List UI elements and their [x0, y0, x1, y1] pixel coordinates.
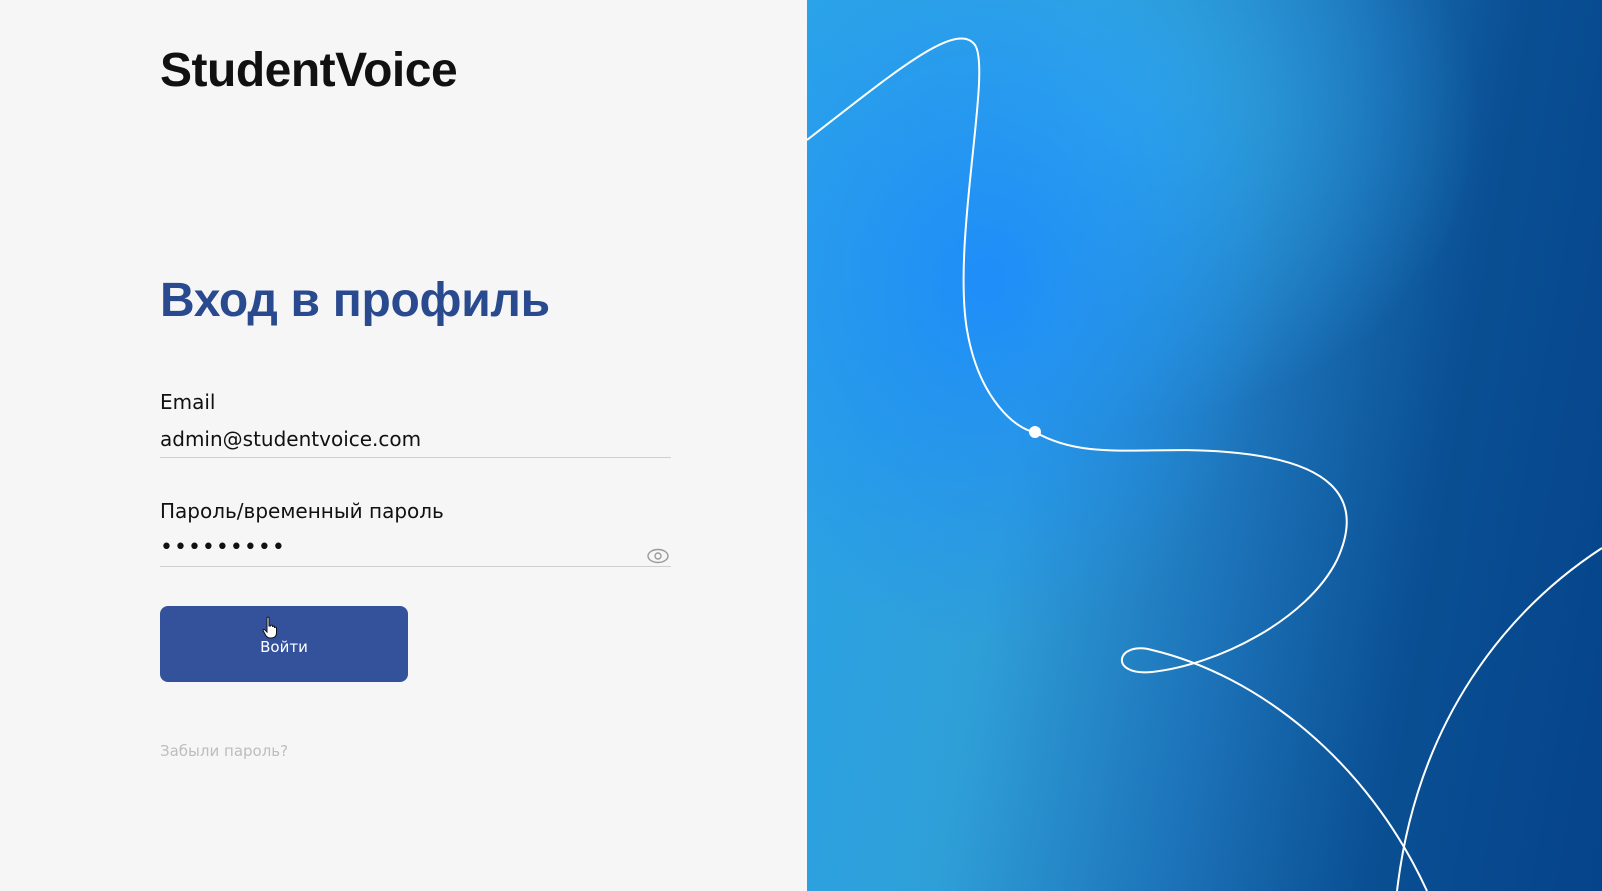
login-button-label: Войти [260, 638, 308, 656]
email-field[interactable]: admin@studentvoice.com [160, 424, 671, 458]
decorative-curves [807, 37, 1602, 891]
login-panel: StudentVoice Вход в профиль Email admin@… [0, 0, 807, 891]
forgot-password-link[interactable]: Забыли пароль? [160, 742, 288, 760]
login-button[interactable]: Войти [160, 606, 408, 682]
brand-logo: StudentVoice [160, 44, 458, 97]
password-row: ••••••••• [160, 533, 671, 567]
password-field[interactable]: ••••••••• [160, 533, 671, 567]
page-title: Вход в профиль [160, 274, 550, 327]
decorative-curve-secondary [1396, 547, 1602, 891]
curve-dot [1029, 426, 1041, 438]
password-label: Пароль/временный пароль [160, 499, 444, 523]
decorative-curve-main [807, 37, 1428, 891]
hand-cursor-icon [262, 616, 280, 640]
email-field-group: Email admin@studentvoice.com [160, 389, 671, 458]
hero-panel [807, 0, 1602, 891]
eye-icon[interactable] [647, 545, 669, 567]
password-field-group: Пароль/временный пароль ••••••••• [160, 498, 671, 567]
email-label: Email [160, 390, 216, 414]
